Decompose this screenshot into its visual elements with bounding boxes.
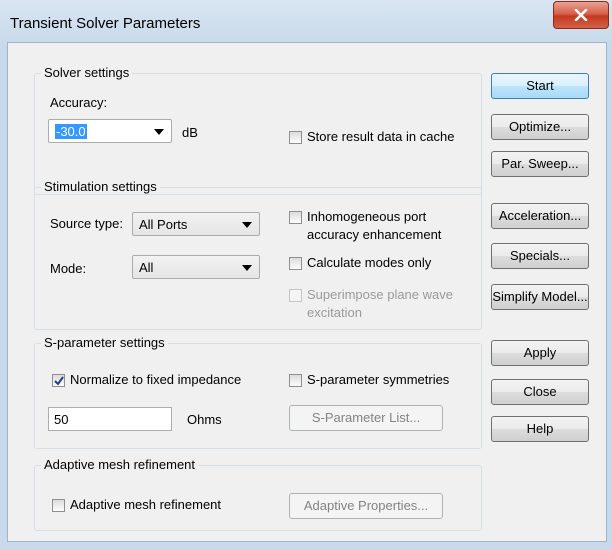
store-cache-label: Store result data in cache — [307, 129, 455, 144]
inhomogeneous-label-line2: accuracy enhancement — [307, 227, 442, 242]
simplify-model-button[interactable]: Simplify Model... — [491, 284, 589, 310]
chevron-down-icon — [242, 222, 252, 228]
adaptive-mesh-checkbox[interactable] — [52, 499, 65, 512]
sparameter-settings-group: S-parameter settings — [34, 335, 482, 449]
impedance-input[interactable]: 50 — [48, 407, 172, 431]
close-button[interactable]: Close — [491, 379, 589, 405]
source-type-value: All Ports — [139, 217, 188, 232]
store-cache-checkbox[interactable] — [289, 131, 302, 144]
calculate-modes-checkbox[interactable] — [289, 257, 302, 270]
optimize-button[interactable]: Optimize... — [491, 114, 589, 140]
window-close-button[interactable] — [553, 1, 609, 29]
accuracy-unit: dB — [182, 125, 198, 140]
acceleration-button[interactable]: Acceleration... — [491, 203, 589, 229]
help-button[interactable]: Help — [491, 416, 589, 442]
sparameter-symmetries-checkbox[interactable] — [289, 374, 302, 387]
normalize-impedance-label: Normalize to fixed impedance — [70, 372, 242, 387]
window-title: Transient Solver Parameters — [10, 15, 201, 32]
accuracy-combobox[interactable]: -30.0 — [48, 119, 172, 143]
par-sweep-button[interactable]: Par. Sweep... — [491, 151, 589, 177]
dialog-window: Transient Solver Parameters Solver setti… — [0, 0, 612, 550]
adaptive-properties-button: Adaptive Properties... — [289, 493, 443, 519]
inhomogeneous-label-line1: Inhomogeneous port — [307, 209, 427, 224]
start-button[interactable]: Start — [491, 73, 589, 99]
source-type-label: Source type: — [50, 216, 123, 231]
calculate-modes-label: Calculate modes only — [307, 255, 432, 270]
solver-settings-legend: Solver settings — [41, 65, 133, 80]
apply-button[interactable]: Apply — [491, 340, 589, 366]
adaptive-mesh-legend: Adaptive mesh refinement — [41, 457, 199, 472]
accuracy-label: Accuracy: — [50, 95, 108, 110]
dialog-client-area: Solver settings Accuracy: -30.0 dB Store… — [7, 42, 607, 542]
close-icon — [574, 9, 588, 21]
mode-select[interactable]: All — [132, 255, 260, 279]
source-type-select[interactable]: All Ports — [132, 212, 260, 236]
chevron-down-icon — [154, 129, 164, 135]
normalize-impedance-checkbox[interactable] — [52, 374, 65, 387]
inhomogeneous-checkbox[interactable] — [289, 211, 302, 224]
sparameter-symmetries-label: S-parameter symmetries — [307, 372, 450, 387]
chevron-down-icon — [242, 265, 252, 271]
mode-label: Mode: — [50, 261, 87, 276]
superimpose-label-line1: Superimpose plane wave — [307, 287, 453, 302]
stimulation-settings-legend: Stimulation settings — [41, 179, 160, 194]
sparameter-list-button: S-Parameter List... — [289, 405, 443, 431]
mode-value: All — [139, 260, 154, 275]
superimpose-label-line2: excitation — [307, 305, 362, 320]
impedance-unit: Ohms — [187, 412, 222, 427]
accuracy-value: -30.0 — [55, 124, 87, 139]
sparameter-settings-legend: S-parameter settings — [41, 335, 168, 350]
adaptive-mesh-label: Adaptive mesh refinement — [70, 497, 222, 512]
checkmark-icon — [54, 376, 64, 386]
superimpose-checkbox — [289, 289, 302, 302]
impedance-value: 50 — [54, 412, 69, 427]
specials-button[interactable]: Specials... — [491, 243, 589, 269]
